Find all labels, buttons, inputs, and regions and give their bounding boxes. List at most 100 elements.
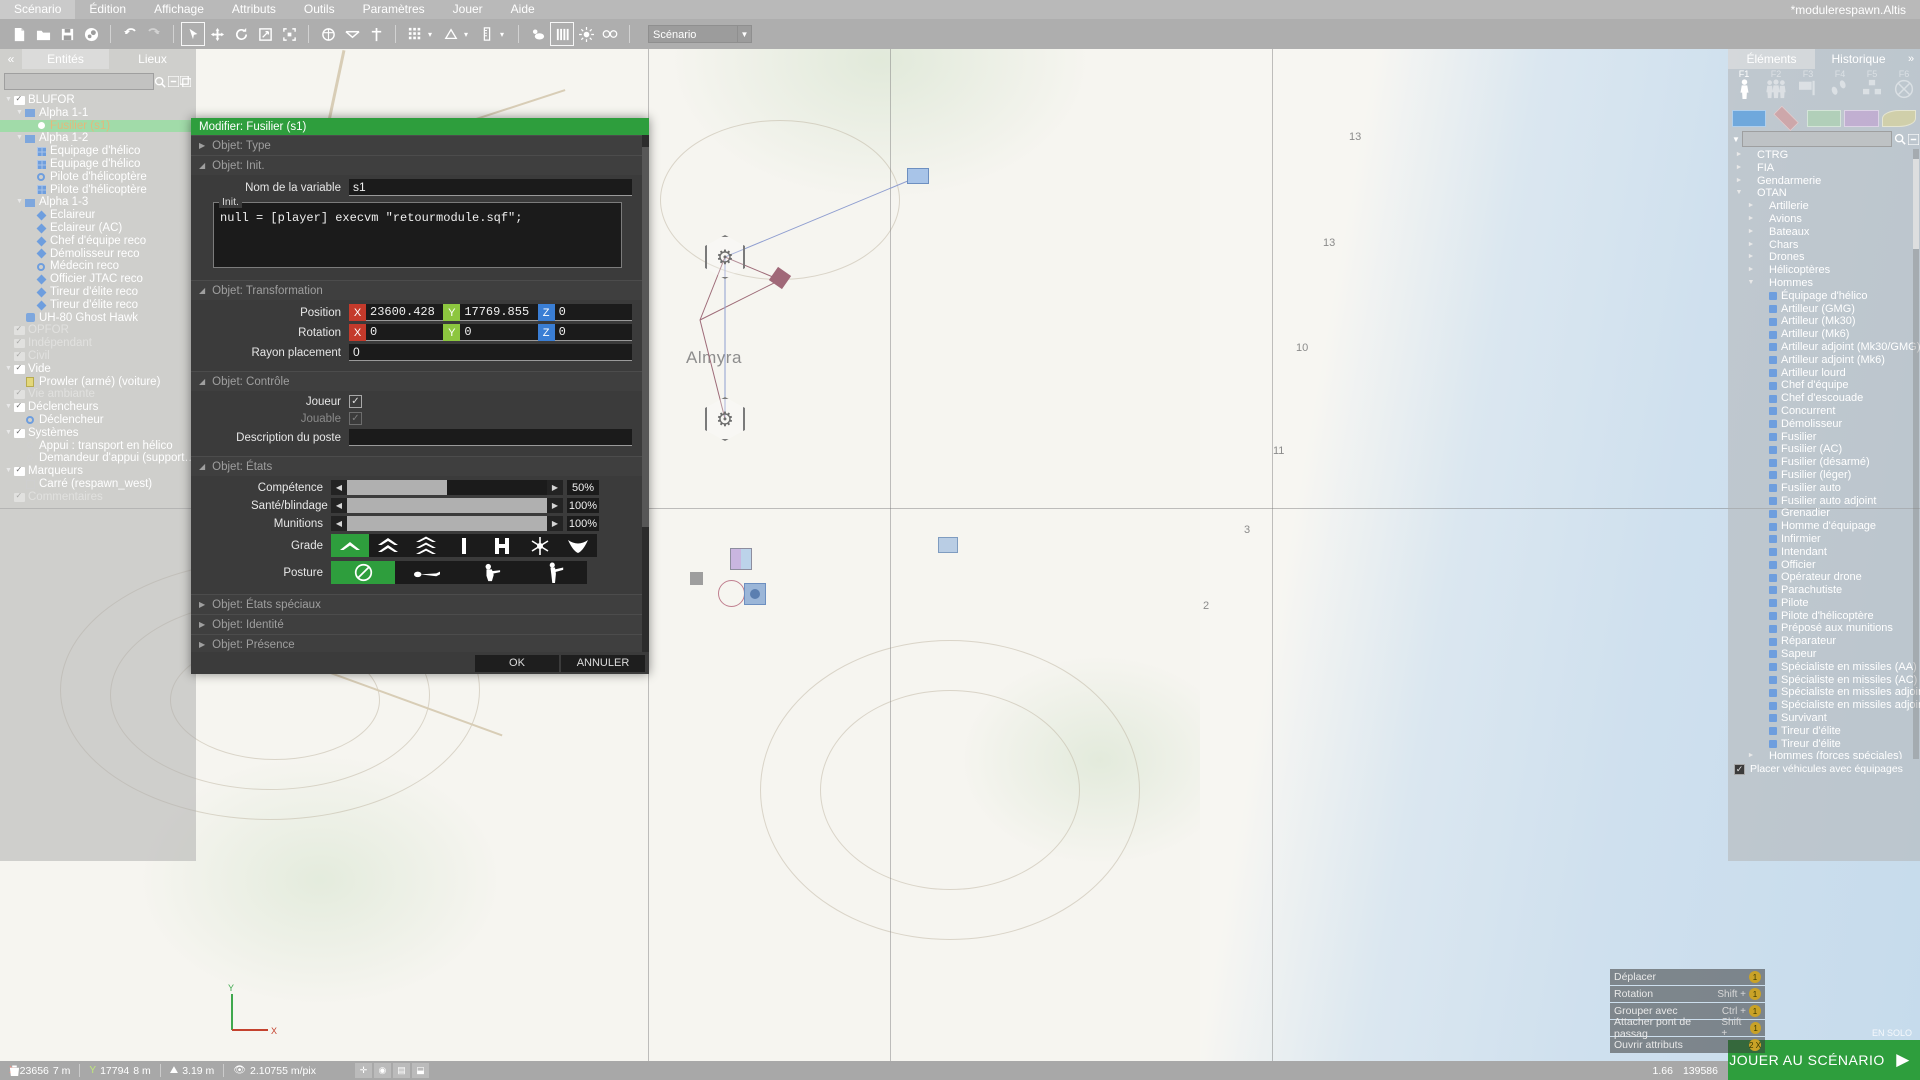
asset-tree-item[interactable]: Artilleur (Mk30) (1730, 315, 1920, 328)
menu-item-parametres[interactable]: Paramètres (349, 0, 439, 19)
fkey-waypoints[interactable]: F4 (1824, 69, 1856, 107)
placement-radius-input[interactable]: 0 (349, 344, 632, 361)
side-opfor[interactable] (1773, 105, 1800, 131)
menu-item-outils[interactable]: Outils (290, 0, 349, 19)
entity-tree-item[interactable]: ▼ Alpha 1-3 (0, 196, 196, 209)
entity-tree-item[interactable]: UH-80 Ghost Hawk (0, 312, 196, 325)
asset-tree-item[interactable]: Fusilier (désarmé) (1730, 456, 1920, 469)
tree-expander-icon[interactable]: ► (1746, 264, 1756, 277)
position-z-input[interactable]: 0 (554, 304, 632, 321)
menu-item-edition[interactable]: Édition (75, 0, 140, 19)
zoom-to-selection-icon[interactable] (278, 23, 300, 45)
tree-expander-icon[interactable]: ► (1746, 750, 1756, 759)
asset-tree-item[interactable]: Fusilier auto (1730, 482, 1920, 495)
entity-tree-item[interactable]: Indépendant (0, 336, 196, 350)
tree-expander-icon[interactable]: ▼ (4, 401, 13, 414)
menu-item-jouer[interactable]: Jouer (439, 0, 497, 19)
entity-tree-item[interactable]: Éclaireur (AC) (0, 222, 196, 235)
asset-tree-item[interactable]: Artilleur adjoint (Mk30/GMG) (1730, 341, 1920, 354)
asset-tree-item[interactable]: Opérateur drone (1730, 571, 1920, 584)
tree-expander-icon[interactable]: ▼ (1746, 277, 1756, 290)
entity-tree-item[interactable]: Officier JTAC reco (0, 273, 196, 286)
asset-tree-item[interactable]: Fusilier auto adjoint (1730, 495, 1920, 508)
markers-icon[interactable] (341, 23, 363, 45)
asset-tree-item[interactable]: Grenadier (1730, 507, 1920, 520)
vertical-snap-dropdown-icon[interactable]: ▾ (500, 30, 510, 39)
entity-tree-item[interactable]: Démolisseur reco (0, 248, 196, 261)
entity-tree-item[interactable]: Chef d'équipe reco (0, 235, 196, 248)
entity-tree-item[interactable]: Tireur d'élite reco (0, 286, 196, 299)
position-x-input[interactable]: 23600.428 (366, 304, 444, 321)
collapse-panel-icon[interactable]: « (0, 49, 22, 69)
section-header-init[interactable]: ◢ Objet: Init. (191, 155, 642, 175)
cancel-button[interactable]: ANNULER (561, 654, 645, 672)
entity-tree-item[interactable]: Commentaires (0, 490, 196, 504)
asset-tree-item[interactable]: Spécialiste en missiles adjoint (AC) (1730, 699, 1920, 712)
entity-tree-item[interactable]: ⚙ Appui : transport en hélico (0, 440, 196, 453)
section-header-etats[interactable]: ◢ Objet: États (191, 456, 642, 476)
rank-lieutenant-icon[interactable] (445, 534, 483, 557)
chevron-down-icon[interactable]: ▼ (738, 25, 752, 43)
entity-tree-item[interactable]: ▼ Alpha 1-1 (0, 107, 196, 120)
health-slider[interactable] (347, 498, 547, 513)
entity-tree-item[interactable]: OPFOR (0, 323, 196, 337)
entity-tree-item[interactable]: Pilote d'hélicoptère (0, 171, 196, 184)
variable-name-input[interactable]: s1 (349, 179, 632, 196)
tree-expander-icon[interactable]: ▼ (4, 94, 13, 107)
move-tool-icon[interactable] (206, 23, 228, 45)
asset-tree-item[interactable]: ► Artillerie (1730, 200, 1920, 213)
tree-expander-icon[interactable]: ▼ (4, 427, 13, 440)
entity-tree-item[interactable]: Vie ambiante (0, 387, 196, 401)
menu-item-attributs[interactable]: Attributs (218, 0, 290, 19)
tree-expander-icon[interactable]: ► (1746, 213, 1756, 226)
rotation-z-input[interactable]: 0 (554, 324, 632, 341)
asset-tree-item[interactable]: Spécialiste en missiles (AC) (1730, 674, 1920, 687)
delete-button[interactable] (6, 1063, 22, 1078)
rotate-tool-icon[interactable] (230, 23, 252, 45)
tree-expander-icon[interactable]: ► (1746, 239, 1756, 252)
ok-button[interactable]: OK (475, 654, 559, 672)
tree-expander-icon[interactable]: ► (1734, 175, 1744, 188)
tree-expander-icon[interactable]: ▼ (15, 196, 24, 209)
asset-tree-item[interactable]: ► Chars (1730, 239, 1920, 252)
terrain-snap-icon[interactable] (440, 23, 462, 45)
asset-tree-item[interactable]: Parachutiste (1730, 584, 1920, 597)
entity-tree-item[interactable]: Pilote d'hélicoptère (0, 184, 196, 197)
view-distance-icon[interactable] (599, 23, 621, 45)
player-checkbox[interactable]: ✓ (349, 395, 362, 408)
entity-tree-item[interactable]: Civil (0, 349, 196, 363)
asset-tree-item[interactable]: Spécialiste en missiles adjoint (AA) (1730, 686, 1920, 699)
tree-expander-icon[interactable]: ► (1734, 162, 1744, 175)
entity-tree-item[interactable]: Médecin reco (0, 260, 196, 273)
section-header-identite[interactable]: ▶ Objet: Identité (191, 614, 642, 634)
assets-tree[interactable]: ► CTRG ► FIA ► Gendarmerie ▼ OTAN ► Artillerie ► Av… (1728, 149, 1920, 759)
redo-icon[interactable] (143, 23, 165, 45)
grid-snap-dropdown-icon[interactable]: ▾ (428, 30, 438, 39)
tab-lieux[interactable]: Lieux (109, 49, 196, 69)
photo-button[interactable]: ⬓ (411, 1063, 429, 1078)
map-marker-helicopter[interactable] (907, 168, 929, 184)
asset-tree-item[interactable]: ► Avions (1730, 213, 1920, 226)
tree-expander-icon[interactable]: ► (1746, 251, 1756, 264)
weather-icon[interactable] (527, 23, 549, 45)
tab-entites[interactable]: Entités (22, 49, 109, 69)
asset-tree-item[interactable]: Spécialiste en missiles (AA) (1730, 661, 1920, 674)
tree-expander-icon[interactable]: ▼ (15, 132, 24, 145)
search-icon[interactable] (154, 73, 167, 90)
layers-button[interactable]: ▤ (392, 1063, 410, 1078)
rank-corporal-icon[interactable] (369, 534, 407, 557)
skill-increase-button[interactable]: ▶ (547, 480, 563, 495)
asset-tree-item[interactable]: ► CTRG (1730, 149, 1920, 162)
rank-sergeant-icon[interactable] (407, 534, 445, 557)
entity-tree-item[interactable]: ▼ Alpha 1-2 (0, 132, 196, 145)
tree-expander-icon[interactable]: ► (1746, 226, 1756, 239)
asset-tree-item[interactable]: Infirmier (1730, 533, 1920, 546)
entity-tree-item[interactable]: Déclencheur (0, 414, 196, 427)
section-header-controle[interactable]: ◢ Objet: Contrôle (191, 371, 642, 391)
health-increase-button[interactable]: ▶ (547, 498, 563, 513)
init-code-editor[interactable]: Init. null = [player] execvm "retourmodu… (213, 196, 622, 268)
entity-tree-item[interactable]: Fusilier (s1) (0, 119, 196, 133)
section-header-etats-speciaux[interactable]: ▶ Objet: États spéciaux (191, 594, 642, 614)
stance-crouch-icon[interactable] (459, 561, 523, 584)
tree-expander-icon[interactable]: ► (1734, 149, 1744, 162)
